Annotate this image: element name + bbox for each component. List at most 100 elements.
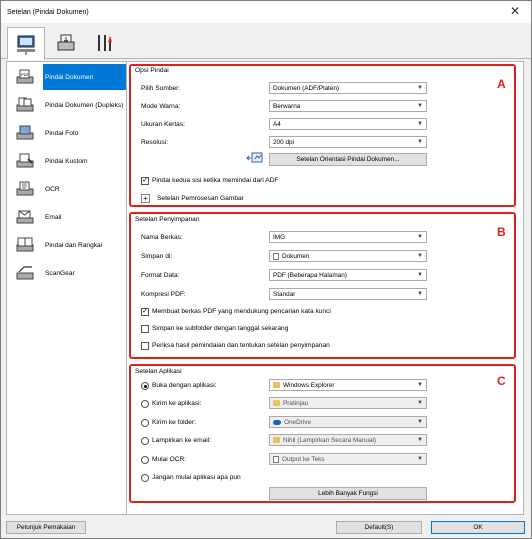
keyword-pdf-checkbox[interactable]: ✓	[141, 308, 149, 316]
chevron-down-icon: ▼	[417, 272, 423, 278]
section-letter: A	[497, 77, 506, 91]
both-sides-checkbox[interactable]: ✓	[141, 177, 149, 185]
open-app-dropdown[interactable]: Windows Explorer ▼	[269, 379, 427, 391]
sidebar-item-label: Pindai Dokumen (Dupleks)	[45, 101, 124, 109]
top-tab-bar	[1, 23, 531, 60]
more-functions-button[interactable]: Lebih Banyak Fungsi	[269, 487, 427, 500]
sidebar-item-label: Email	[45, 213, 62, 221]
pdf-compression-value: Standar	[273, 290, 296, 298]
resolution-value: 200 dpi	[273, 138, 294, 146]
color-mode-value: Berwarna	[273, 102, 301, 110]
section-letter: C	[497, 374, 506, 388]
chevron-down-icon: ▼	[417, 456, 423, 462]
save-in-dropdown[interactable]: Dokumen ▼	[269, 250, 427, 262]
chevron-down-icon: ▼	[417, 121, 423, 127]
folder-icon	[273, 437, 280, 443]
send-app-radio[interactable]	[141, 400, 149, 408]
tab-general-settings[interactable]	[85, 27, 123, 59]
custom-scan-icon	[16, 153, 34, 168]
scanner-panel-icon	[57, 34, 75, 51]
tab-scan-from-panel[interactable]	[47, 27, 85, 59]
window-title: Setelan (Pindai Dokumen)	[7, 8, 89, 16]
chevron-down-icon: ▼	[417, 400, 423, 406]
data-format-value: PDF (Beberapa Halaman)	[273, 271, 347, 279]
tools-icon	[98, 35, 112, 51]
save-in-value: Dokumen	[282, 252, 310, 260]
ok-button[interactable]: OK	[431, 521, 525, 534]
tab-scan-from-computer[interactable]	[7, 27, 45, 60]
sidebar-item-scangear[interactable]: ScanGear	[7, 260, 126, 286]
folder-icon	[273, 400, 280, 406]
svg-text:PDF: PDF	[21, 72, 30, 77]
sidebar-item-ocr[interactable]: OCR	[7, 176, 126, 202]
save-in-label: Simpan di:	[141, 253, 173, 260]
email-icon	[16, 210, 34, 224]
chevron-down-icon: ▼	[417, 234, 423, 240]
sidebar-item-custom[interactable]: Pindai Kustom	[7, 148, 126, 174]
open-app-value: Windows Explorer	[283, 381, 335, 389]
keyword-pdf-label: Membuat berkas PDF yang mendukung pencar…	[152, 308, 331, 315]
chevron-down-icon: ▼	[417, 85, 423, 91]
defaults-button[interactable]: Default(S)	[336, 521, 422, 534]
folder-icon	[273, 382, 280, 388]
chevron-down-icon: ▼	[417, 382, 423, 388]
start-ocr-label: Mulai OCR:	[152, 456, 187, 463]
orientation-settings-button[interactable]: Setelan Orientasi Pindai Dokumen...	[269, 153, 427, 166]
stitch-icon	[16, 237, 34, 252]
paper-size-label: Ukuran Kertas:	[141, 121, 185, 128]
section-title: Setelan Aplikasi	[135, 368, 182, 375]
source-label: Pilih Sumber:	[141, 85, 181, 92]
start-ocr-dropdown[interactable]: Output ke Teks ▼	[269, 453, 427, 465]
sidebar-item-document[interactable]: PDF Pindai Dokumen	[7, 64, 126, 90]
chevron-down-icon: ▼	[417, 253, 423, 259]
resolution-label: Resolusi:	[141, 139, 169, 146]
no-app-radio[interactable]	[141, 474, 149, 482]
section-letter: B	[497, 225, 506, 239]
source-dropdown[interactable]: Dokumen (ADF/Platen) ▼	[269, 82, 427, 94]
chevron-down-icon: ▼	[417, 139, 423, 145]
send-folder-dropdown[interactable]: OneDrive ▼	[269, 416, 427, 428]
send-folder-radio[interactable]	[141, 419, 149, 427]
attach-email-dropdown[interactable]: Nihil (Lampirkan Secara Manual) ▼	[269, 434, 427, 446]
subfolder-label: Simpan ke subfolder dengan tanggal sekar…	[152, 325, 289, 332]
text-file-icon	[273, 455, 279, 463]
chevron-down-icon: ▼	[417, 291, 423, 297]
sidebar-item-label: Pindai Dokumen	[43, 64, 126, 90]
color-mode-label: Mode Warna:	[141, 103, 181, 110]
cloud-icon	[273, 419, 281, 425]
sidebar-item-duplex[interactable]: Pindai Dokumen (Dupleks)	[7, 92, 126, 118]
subfolder-checkbox[interactable]	[141, 325, 149, 333]
send-app-dropdown[interactable]: Pratinjau ▼	[269, 397, 427, 409]
computer-scan-icon	[17, 35, 35, 55]
send-app-value: Pratinjau	[283, 399, 309, 407]
settings-window: Setelan (Pindai Dokumen) ✕ PDF Pindai Do…	[0, 0, 532, 539]
expand-plus-icon[interactable]: +	[141, 194, 150, 203]
check-results-label: Periksa hasil pemindaian dan tentukan se…	[152, 342, 330, 349]
close-icon[interactable]: ✕	[499, 1, 531, 21]
data-format-dropdown[interactable]: PDF (Beberapa Halaman) ▼	[269, 269, 427, 281]
title-bar: Setelan (Pindai Dokumen) ✕	[1, 1, 531, 23]
sidebar-item-label: OCR	[45, 185, 60, 193]
open-app-radio[interactable]	[141, 382, 149, 390]
attach-email-radio[interactable]	[141, 437, 149, 445]
file-name-label: Nama Berkas:	[141, 234, 183, 241]
sidebar-item-label: Pindai dan Rangkai	[45, 241, 103, 249]
start-ocr-radio[interactable]	[141, 456, 149, 464]
resolution-dropdown[interactable]: 200 dpi ▼	[269, 136, 427, 148]
attach-email-label: Lampirkan ke email:	[152, 437, 212, 444]
chevron-down-icon: ▼	[417, 419, 423, 425]
sidebar-item-photo[interactable]: Pindai Foto	[7, 120, 126, 146]
pdf-compression-dropdown[interactable]: Standar ▼	[269, 288, 427, 300]
sidebar-item-stitch[interactable]: Pindai dan Rangkai	[7, 232, 126, 258]
paper-size-dropdown[interactable]: A4 ▼	[269, 118, 427, 130]
chevron-down-icon: ▼	[417, 103, 423, 109]
sidebar-item-label: Pindai Foto	[45, 129, 79, 137]
file-name-input[interactable]: IMG ▼	[269, 231, 427, 243]
document-scan-icon: PDF	[16, 69, 34, 84]
image-processing-label[interactable]: Setelan Pemrosesan Gambar	[157, 195, 244, 202]
sidebar-item-email[interactable]: Email	[7, 204, 126, 230]
sidebar-item-label: ScanGear	[45, 269, 75, 277]
color-mode-dropdown[interactable]: Berwarna ▼	[269, 100, 427, 112]
help-button[interactable]: Petunjuk Pemakaian	[6, 521, 86, 534]
check-results-checkbox[interactable]	[141, 342, 149, 350]
